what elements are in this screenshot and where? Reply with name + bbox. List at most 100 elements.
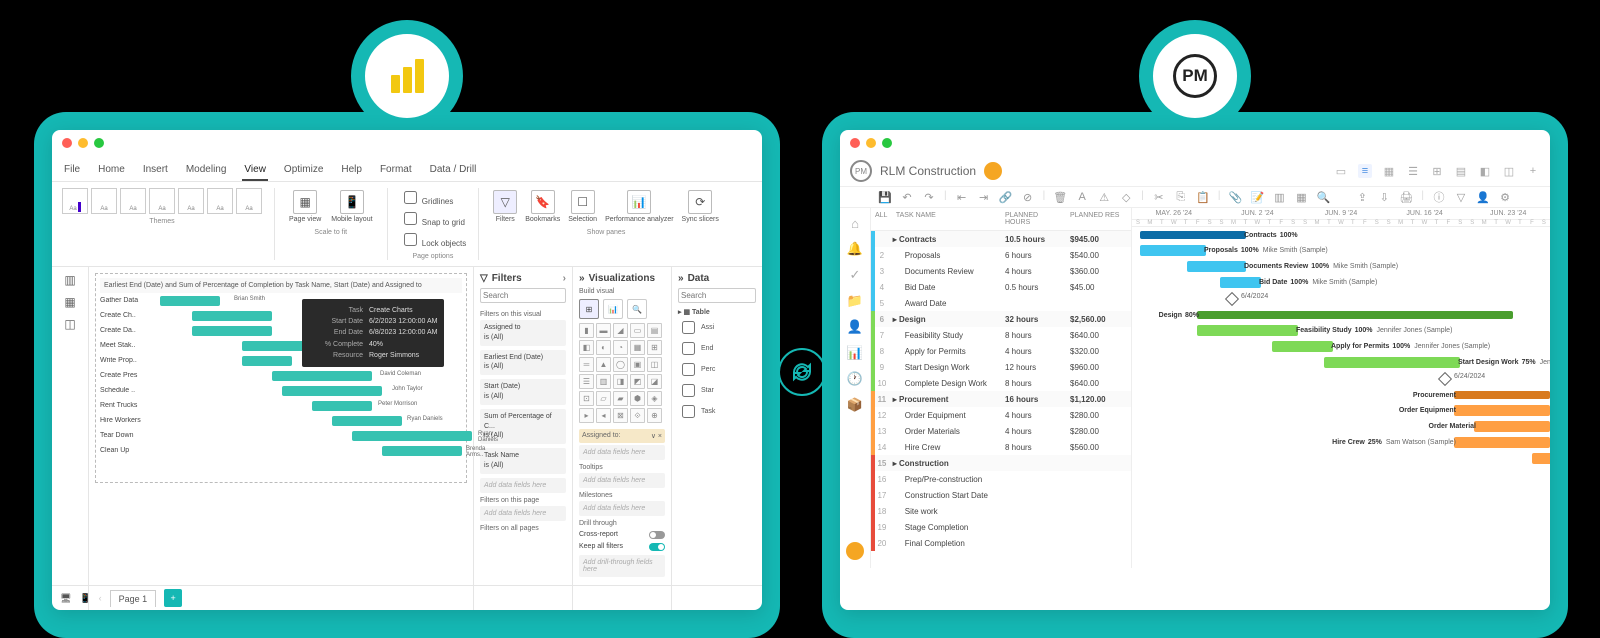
task-row[interactable]: 15▸ Construction [871, 455, 1131, 471]
viz-type-icon[interactable]: ⊞ [647, 340, 662, 355]
task-row[interactable]: Clean UpBrenda Arms.. [100, 443, 462, 458]
view-board-icon[interactable]: ▦ [1382, 164, 1396, 178]
save-icon[interactable]: 💾 [878, 190, 892, 204]
snap-check[interactable]: Snap to grid [400, 209, 467, 228]
gantt-bar[interactable]: Order Equipment [1454, 405, 1550, 416]
data-search[interactable] [678, 288, 756, 303]
ribbon-tab[interactable]: Format [378, 160, 414, 181]
close-icon[interactable] [62, 138, 72, 148]
task-row[interactable]: 4Bid Date0.5 hours$45.00 [871, 279, 1131, 295]
milestone-diamond[interactable] [1438, 372, 1452, 386]
viz-type-icon[interactable]: ⬢ [630, 391, 645, 406]
table-view-icon[interactable]: ▦ [64, 295, 75, 309]
info-icon[interactable]: ⓘ [1432, 190, 1446, 204]
print-icon[interactable]: 🖨 [1399, 190, 1413, 204]
user-icon[interactable]: 👤 [847, 319, 863, 335]
viz-type-icon[interactable]: ⊕ [647, 408, 662, 423]
viz-type-icon[interactable]: ◐ [596, 340, 611, 355]
gantt-bar[interactable] [1532, 453, 1550, 464]
add-page-button[interactable]: + [164, 589, 182, 607]
home-icon[interactable]: ⌂ [851, 216, 859, 231]
gantt-bar[interactable]: Hire Crew25%Sam Watson (Sample) [1454, 437, 1550, 448]
cross-report-toggle[interactable] [649, 531, 665, 539]
task-row[interactable]: 7Feasibility Study8 hours$640.00 [871, 327, 1131, 343]
filter-card[interactable]: Start (Date)is (All) [480, 379, 566, 405]
viz-type-icon[interactable]: ◢ [613, 323, 628, 338]
desktop-icon[interactable]: 🖥 [60, 593, 71, 604]
view-calendar-icon[interactable]: ▤ [1454, 164, 1468, 178]
view-gantt-icon[interactable]: ≡ [1358, 164, 1372, 178]
data-field[interactable]: End [678, 338, 756, 359]
viz-type-icon[interactable]: ⊠ [613, 408, 628, 423]
task-row[interactable]: 11▸ Procurement16 hours$1,120.00 [871, 391, 1131, 407]
columns-icon[interactable]: ▥ [1272, 190, 1286, 204]
task-row[interactable]: 12Order Equipment4 hours$280.00 [871, 407, 1131, 423]
import-icon[interactable]: ⇩ [1377, 190, 1391, 204]
milestone-diamond[interactable] [1225, 292, 1239, 306]
filter-icon[interactable]: ▽ [1454, 190, 1468, 204]
archive-icon[interactable]: 📦 [847, 397, 863, 413]
gantt-bar[interactable]: Contracts100% [1140, 231, 1246, 239]
viz-type-icon[interactable]: ◔ [613, 340, 628, 355]
export-icon[interactable]: ⇪ [1355, 190, 1369, 204]
data-field[interactable]: Assi [678, 317, 756, 338]
task-row[interactable]: 9Start Design Work12 hours$960.00 [871, 359, 1131, 375]
ribbon-tab[interactable]: View [242, 160, 268, 181]
milestone-icon[interactable]: ◇ [1119, 190, 1133, 204]
keep-filters-toggle[interactable] [649, 543, 665, 551]
format-visual-tab[interactable]: 📊 [603, 299, 623, 319]
ribbon-tab[interactable]: Insert [141, 160, 170, 181]
indent-icon[interactable]: ⇤ [955, 190, 969, 204]
viz-type-icon[interactable]: ◈ [647, 391, 662, 406]
redo-icon[interactable]: ↷ [922, 190, 936, 204]
viz-type-icon[interactable]: ▥ [596, 374, 611, 389]
selection-button[interactable]: ☐Selection [566, 188, 599, 225]
view-dashboard-icon[interactable]: ◫ [1502, 164, 1516, 178]
task-row[interactable]: 6▸ Design32 hours$2,560.00 [871, 311, 1131, 327]
gantt-chart[interactable]: MAY. 26 '24JUN. 2 '24JUN. 9 '24JUN. 16 '… [1132, 208, 1550, 568]
viz-type-icon[interactable]: ◪ [647, 374, 662, 389]
data-field[interactable]: Task [678, 401, 756, 422]
gantt-bar[interactable]: Design80% [1197, 311, 1513, 319]
view-list-icon[interactable]: ☰ [1406, 164, 1420, 178]
gantt-bar[interactable]: Bid Date100%Mike Smith (Sample) [1220, 277, 1261, 288]
view-overview-icon[interactable]: ▭ [1334, 164, 1348, 178]
minimize-icon[interactable] [866, 138, 876, 148]
note-icon[interactable]: 📝 [1250, 190, 1264, 204]
viz-type-icon[interactable]: ⟐ [630, 408, 645, 423]
viz-type-icon[interactable]: ▬ [596, 323, 611, 338]
mobile-icon[interactable]: 📱 [79, 593, 90, 604]
filters-pane-button[interactable]: ▽Filters [491, 188, 519, 225]
task-row[interactable]: 8Apply for Permits4 hours$320.00 [871, 343, 1131, 359]
mobile-layout-button[interactable]: 📱Mobile layout [329, 188, 374, 225]
viz-type-icon[interactable]: ◨ [613, 374, 628, 389]
gantt-visual[interactable]: Earliest End (Date) and Sum of Percentag… [95, 273, 467, 483]
task-row[interactable]: ▸ Contracts10.5 hours$945.00 [871, 231, 1131, 247]
theme-swatch[interactable]: Aa [120, 188, 146, 214]
bell-icon[interactable]: 🔔 [847, 241, 863, 257]
pm-logo[interactable]: PM [850, 160, 872, 182]
paste-icon[interactable]: 📋 [1196, 190, 1210, 204]
analytics-tab[interactable]: 🔍 [627, 299, 647, 319]
copy-icon[interactable]: ⎘ [1174, 190, 1188, 204]
theme-swatch[interactable]: Aa [149, 188, 175, 214]
check-icon[interactable]: ✓ [850, 267, 861, 283]
close-icon[interactable] [850, 138, 860, 148]
maximize-icon[interactable] [882, 138, 892, 148]
gantt-bar[interactable]: Procurement [1454, 391, 1550, 399]
viz-type-icon[interactable]: ◩ [630, 374, 645, 389]
share-icon[interactable]: 👤 [1476, 190, 1490, 204]
time-icon[interactable]: 🕐 [847, 371, 863, 387]
link-icon[interactable]: 🔗 [999, 190, 1013, 204]
ribbon-tab[interactable]: Data / Drill [428, 160, 479, 181]
viz-type-icon[interactable]: ◯ [613, 357, 628, 372]
avatar[interactable] [984, 162, 1002, 180]
avatar[interactable] [846, 542, 864, 560]
gantt-bar[interactable]: Feasibility Study100%Jennifer Jones (Sam… [1197, 325, 1298, 336]
gridlines-check[interactable]: Gridlines [400, 188, 467, 207]
cut-icon[interactable]: ✂ [1152, 190, 1166, 204]
viz-type-icon[interactable]: ◧ [579, 340, 594, 355]
viz-type-icon[interactable]: ⊡ [579, 391, 594, 406]
task-row[interactable]: Rent TrucksPeter Morrison [100, 398, 462, 413]
viz-type-icon[interactable]: ▮ [579, 323, 594, 338]
